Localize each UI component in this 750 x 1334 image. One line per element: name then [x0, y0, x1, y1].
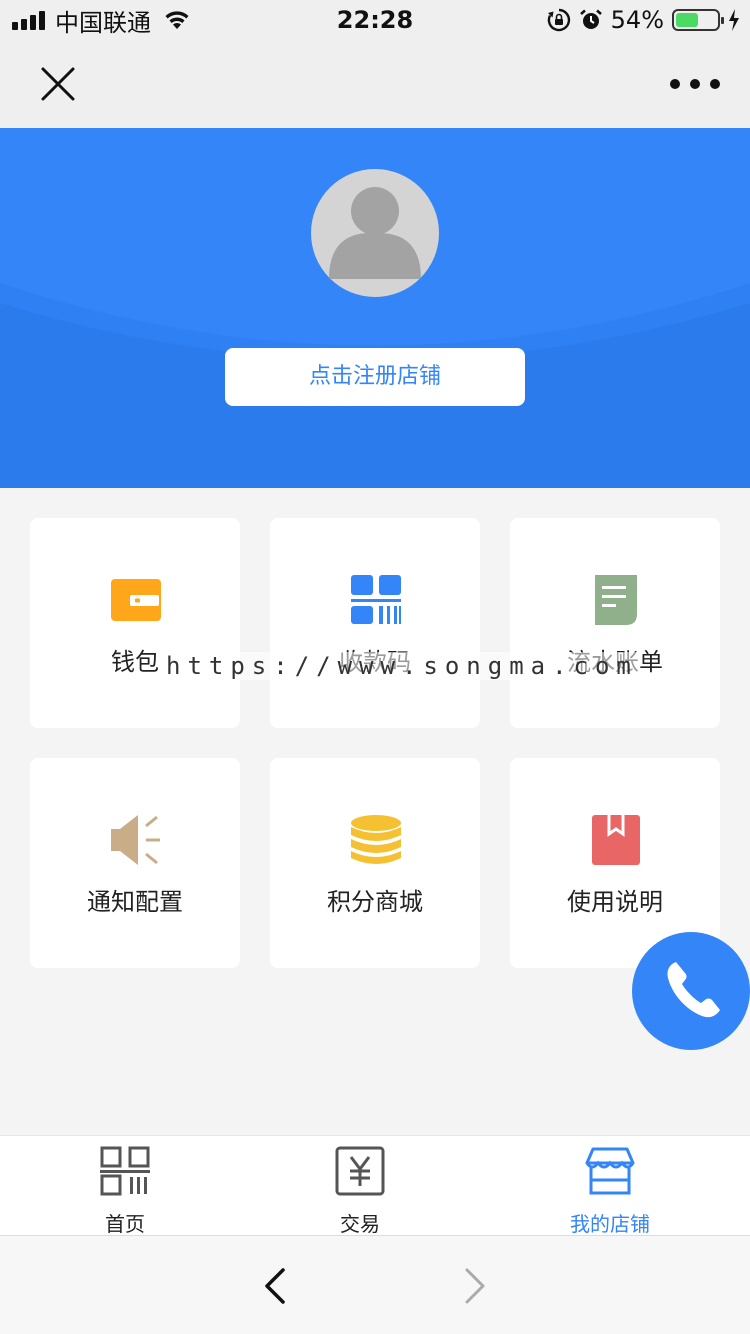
tab-transactions[interactable]: 交易 [285, 1136, 435, 1236]
tab-home[interactable]: 首页 [50, 1136, 200, 1236]
back-arrow-icon[interactable] [255, 1264, 295, 1308]
speaker-icon [111, 815, 160, 865]
grid-item-points-mall[interactable]: 积分商城 [270, 758, 480, 968]
grid-item-label: 使用说明 [567, 888, 663, 916]
grid-item-wallet[interactable]: 钱包 [30, 518, 240, 728]
grid-item-label: 积分商城 [327, 888, 423, 916]
tab-label: 首页 [105, 1212, 145, 1236]
status-bar: 中国联通 22:28 54% [0, 0, 750, 40]
battery-percent: 54% [610, 6, 664, 34]
alarm-icon [579, 9, 602, 29]
avatar[interactable] [311, 169, 439, 297]
yuan-icon [335, 1146, 385, 1196]
manual-book-icon [592, 815, 640, 865]
battery-icon [672, 9, 724, 31]
phone-call-button[interactable] [632, 932, 750, 1050]
tab-label: 交易 [340, 1212, 380, 1236]
charging-icon [729, 9, 739, 31]
more-icon[interactable] [670, 66, 720, 102]
profile-header: 点击注册店铺 [0, 128, 750, 488]
qr-code-icon [351, 575, 401, 624]
browser-toolbar [0, 1235, 750, 1334]
status-right: 54% [547, 6, 740, 34]
tab-label: 我的店铺 [570, 1212, 650, 1236]
forward-arrow-icon[interactable] [455, 1264, 495, 1308]
grid-item-statement[interactable]: 流水账单 [510, 518, 720, 728]
tab-my-store[interactable]: 我的店铺 [535, 1136, 685, 1236]
grid-item-payment-code[interactable]: 收款码 [270, 518, 480, 728]
rotation-lock-icon [547, 8, 570, 32]
register-store-button[interactable]: 点击注册店铺 [225, 348, 525, 406]
battery-fill [676, 13, 698, 27]
tab-bar: 首页 交易 我的店铺 [0, 1135, 750, 1236]
coins-icon [351, 815, 401, 864]
bill-icon [595, 575, 637, 625]
qr-home-icon [100, 1146, 150, 1196]
phone-icon [667, 962, 720, 1018]
store-icon [585, 1147, 635, 1195]
watermark-text: https://www.songma.com [166, 652, 638, 680]
grid-item-notification[interactable]: 通知配置 [30, 758, 240, 968]
close-icon[interactable] [36, 62, 80, 106]
nav-bar [0, 40, 750, 128]
grid-item-label: 通知配置 [87, 888, 183, 916]
wallet-icon [111, 579, 161, 621]
